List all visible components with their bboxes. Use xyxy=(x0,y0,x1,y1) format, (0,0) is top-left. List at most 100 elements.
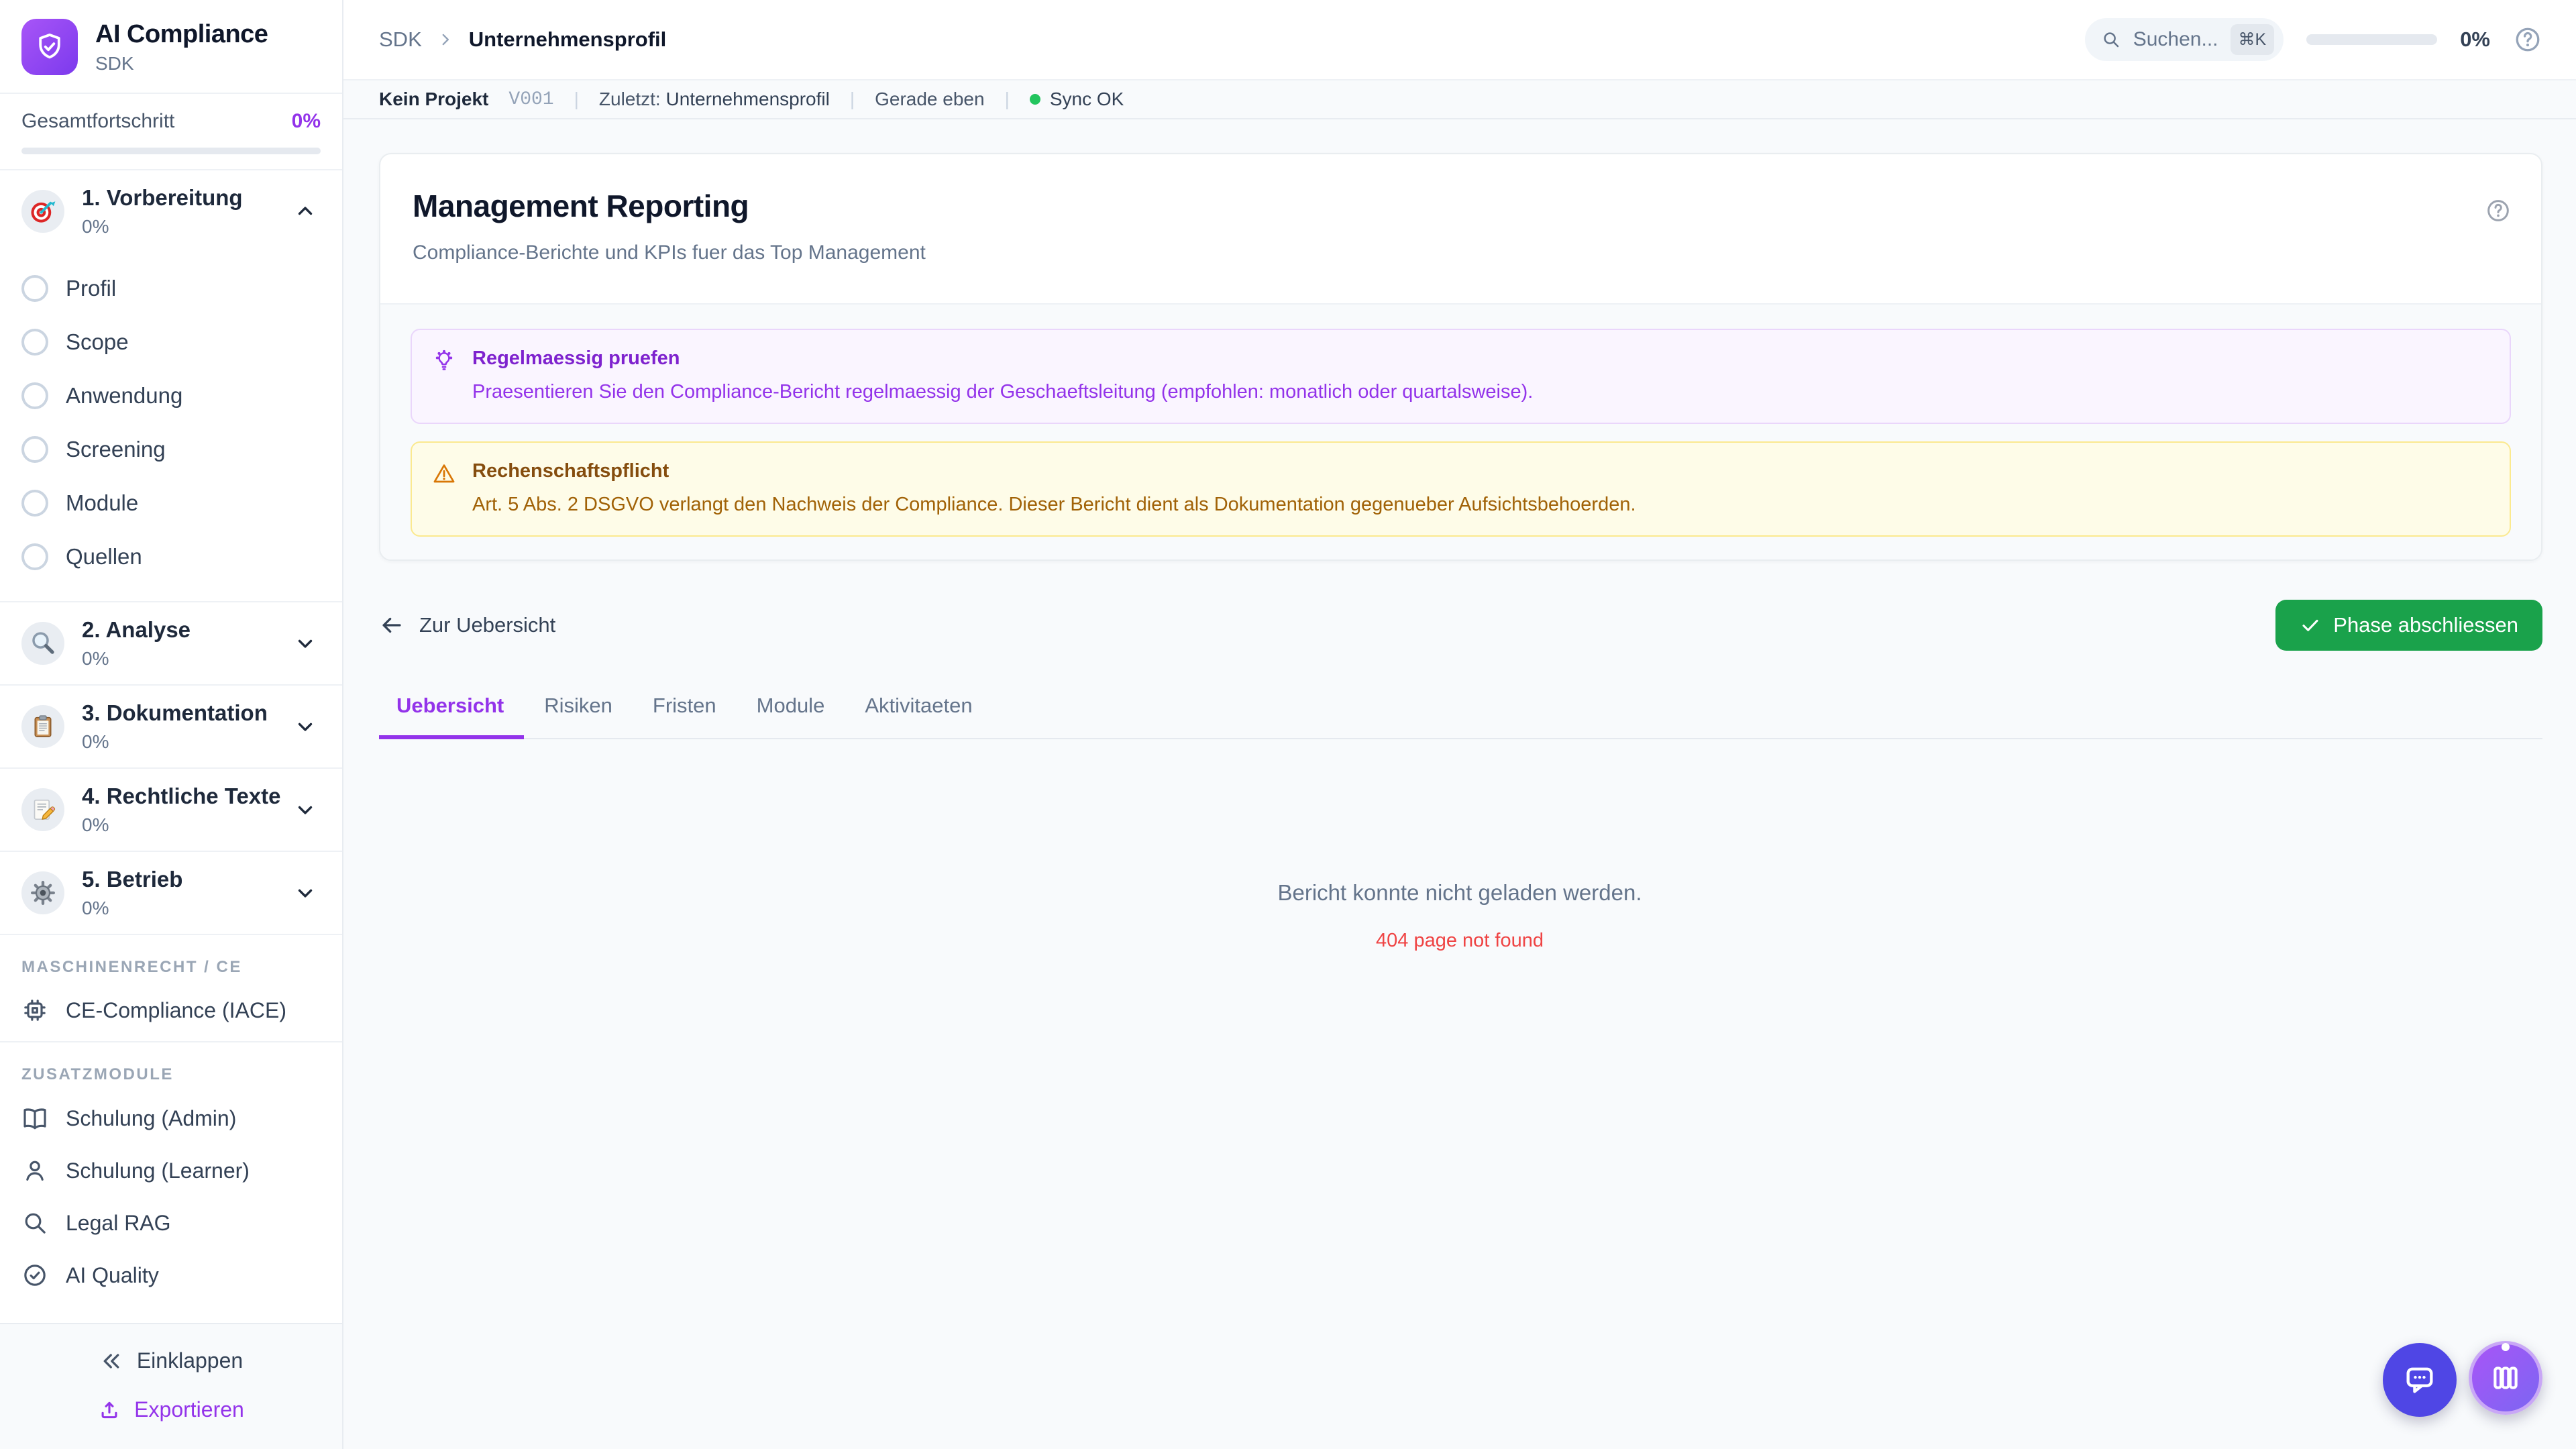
step-label: Anwendung xyxy=(66,383,183,408)
tab-uebersicht[interactable]: Uebersicht xyxy=(379,694,525,740)
phase-progress: 0% xyxy=(82,216,109,237)
phase-section-dokumentation: 3. Dokumentation 0% xyxy=(0,686,342,769)
chevron-up-icon xyxy=(294,200,317,223)
sidebar-item-label: AI Quality xyxy=(66,1263,159,1287)
export-button[interactable]: Exportieren xyxy=(98,1397,244,1422)
sidebar-item-scope[interactable]: Scope xyxy=(0,315,342,369)
search-icon xyxy=(2101,30,2121,50)
step-label: Profil xyxy=(66,276,117,301)
sidebar-item-schulung-admin[interactable]: Schulung (Admin) xyxy=(0,1092,342,1144)
kanban-columns-icon xyxy=(2489,1361,2522,1395)
sidebar-footer: Einklappen Exportieren xyxy=(0,1323,342,1449)
chevron-down-icon xyxy=(294,881,317,904)
chevron-down-icon xyxy=(294,715,317,738)
project-name: Kein Projekt xyxy=(379,89,489,109)
overall-progress-bar xyxy=(21,148,321,154)
complete-phase-button[interactable]: Phase abschliessen xyxy=(2275,600,2542,651)
phase-section-betrieb: 5. Betrieb 0% xyxy=(0,852,342,935)
tip-notice: Regelmaessig pruefen Praesentieren Sie d… xyxy=(411,329,2511,425)
complete-phase-label: Phase abschliessen xyxy=(2333,613,2518,637)
search-input[interactable]: Suchen... ⌘K xyxy=(2084,18,2284,61)
phase-header-analyse[interactable]: 2. Analyse 0% xyxy=(0,602,342,684)
app-title: AI Compliance xyxy=(95,19,268,48)
clipboard-icon xyxy=(21,705,64,748)
arrow-left-icon xyxy=(379,612,405,638)
tab-fristen[interactable]: Fristen xyxy=(633,694,737,739)
sidebar: AI Compliance SDK Gesamtfortschritt 0% 1… xyxy=(0,0,343,1449)
separator: | xyxy=(574,89,579,109)
sidebar-item-profil[interactable]: Profil xyxy=(0,262,342,315)
phase-title: 5. Betrieb xyxy=(82,867,183,892)
search-icon xyxy=(21,1210,48,1236)
book-open-icon xyxy=(21,1105,48,1132)
phase-header-dokumentation[interactable]: 3. Dokumentation 0% xyxy=(0,686,342,767)
header-progress-value: 0% xyxy=(2460,28,2490,51)
section-label-zusatzmodule: ZUSATZMODULE xyxy=(21,1065,174,1083)
keyboard-shortcut-badge: ⌘K xyxy=(2230,24,2275,55)
empty-state-message: Bericht konnte nicht geladen werden. xyxy=(1277,880,1642,906)
sidebar-item-label: Schulung (Admin) xyxy=(66,1106,237,1130)
topbar: SDK Unternehmensprofil Suchen... ⌘K 0% xyxy=(343,0,2576,80)
breadcrumb-root[interactable]: SDK xyxy=(379,28,422,52)
collapse-sidebar-button[interactable]: Einklappen xyxy=(99,1348,243,1373)
app-header: AI Compliance SDK xyxy=(0,0,342,94)
report-card: Management Reporting Compliance-Berichte… xyxy=(379,153,2542,561)
tab-risiken[interactable]: Risiken xyxy=(524,694,633,739)
header-progress-bar xyxy=(2306,34,2438,45)
memo-pencil-icon xyxy=(21,788,64,831)
sync-status: Sync OK xyxy=(1029,89,1124,110)
sidebar-item-anwendung[interactable]: Anwendung xyxy=(0,369,342,423)
sidebar-item-screening[interactable]: Screening xyxy=(0,423,342,476)
phase-section-analyse: 2. Analyse 0% xyxy=(0,602,342,686)
tab-module[interactable]: Module xyxy=(737,694,845,739)
chevron-down-icon xyxy=(294,632,317,655)
person-icon xyxy=(21,1157,48,1184)
kanban-fab-button[interactable] xyxy=(2469,1341,2542,1415)
page-title: Management Reporting xyxy=(413,189,749,223)
notification-dot xyxy=(2502,1343,2510,1351)
sidebar-item-ce-compliance[interactable]: CE-Compliance (IACE) xyxy=(0,985,342,1042)
breadcrumb-current: Unternehmensprofil xyxy=(468,28,667,51)
step-status-circle xyxy=(21,275,48,302)
overall-progress-label: Gesamtfortschritt xyxy=(21,110,175,132)
chat-fab-button[interactable] xyxy=(2383,1343,2457,1417)
phase-title: 2. Analyse xyxy=(82,617,191,642)
phase-section-vorbereitung: 1. Vorbereitung 0% Profil Scope Anwendun… xyxy=(0,170,342,602)
last-saved-time: Gerade eben xyxy=(875,89,985,109)
tip-notice-text: Praesentieren Sie den Compliance-Bericht… xyxy=(472,381,1534,402)
target-icon xyxy=(21,190,64,233)
sidebar-item-schulung-learner[interactable]: Schulung (Learner) xyxy=(0,1144,342,1197)
phase-title: 3. Dokumentation xyxy=(82,700,268,725)
tab-aktivitaeten[interactable]: Aktivitaeten xyxy=(845,694,992,739)
back-to-overview-link[interactable]: Zur Uebersicht xyxy=(379,612,555,638)
sync-status-dot xyxy=(1029,94,1040,105)
warning-notice-title: Rechenschaftspflicht xyxy=(472,460,669,482)
version-badge: V001 xyxy=(508,89,554,110)
phase-header-rechtliche-texte[interactable]: 4. Rechtliche Texte 0% xyxy=(0,769,342,851)
empty-state-error: 404 page not found xyxy=(1376,930,1544,952)
phase-header-vorbereitung[interactable]: 1. Vorbereitung 0% xyxy=(0,170,342,252)
sidebar-item-label: Schulung (Learner) xyxy=(66,1158,250,1183)
sidebar-item-ai-quality[interactable]: AI Quality xyxy=(0,1249,342,1301)
section-label-maschinenrecht: MASCHINENRECHT / CE xyxy=(21,958,242,976)
phase-title: 1. Vorbereitung xyxy=(82,185,243,210)
step-status-circle xyxy=(21,490,48,517)
sidebar-item-legal-rag[interactable]: Legal RAG xyxy=(0,1197,342,1249)
step-status-circle xyxy=(21,329,48,356)
phase-header-betrieb[interactable]: 5. Betrieb 0% xyxy=(0,852,342,934)
phase-progress: 0% xyxy=(82,648,109,669)
app-logo xyxy=(21,19,78,75)
warning-notice-text: Art. 5 Abs. 2 DSGVO verlangt den Nachwei… xyxy=(472,494,1636,516)
phase-title: 4. Rechtliche Texte xyxy=(82,784,281,808)
overall-progress: Gesamtfortschritt 0% xyxy=(0,94,342,170)
phase-progress: 0% xyxy=(82,814,109,835)
sidebar-item-quellen[interactable]: Quellen xyxy=(0,530,342,584)
magnifier-icon xyxy=(21,622,64,665)
actions-row: Zur Uebersicht Phase abschliessen xyxy=(379,600,2542,651)
help-icon[interactable] xyxy=(2513,25,2542,54)
help-icon[interactable] xyxy=(2485,197,2512,224)
report-card-body: Regelmaessig pruefen Praesentieren Sie d… xyxy=(380,303,2541,560)
phase-section-rechtliche-texte: 4. Rechtliche Texte 0% xyxy=(0,769,342,852)
sidebar-item-module[interactable]: Module xyxy=(0,476,342,530)
sync-status-label: Sync OK xyxy=(1049,89,1124,109)
